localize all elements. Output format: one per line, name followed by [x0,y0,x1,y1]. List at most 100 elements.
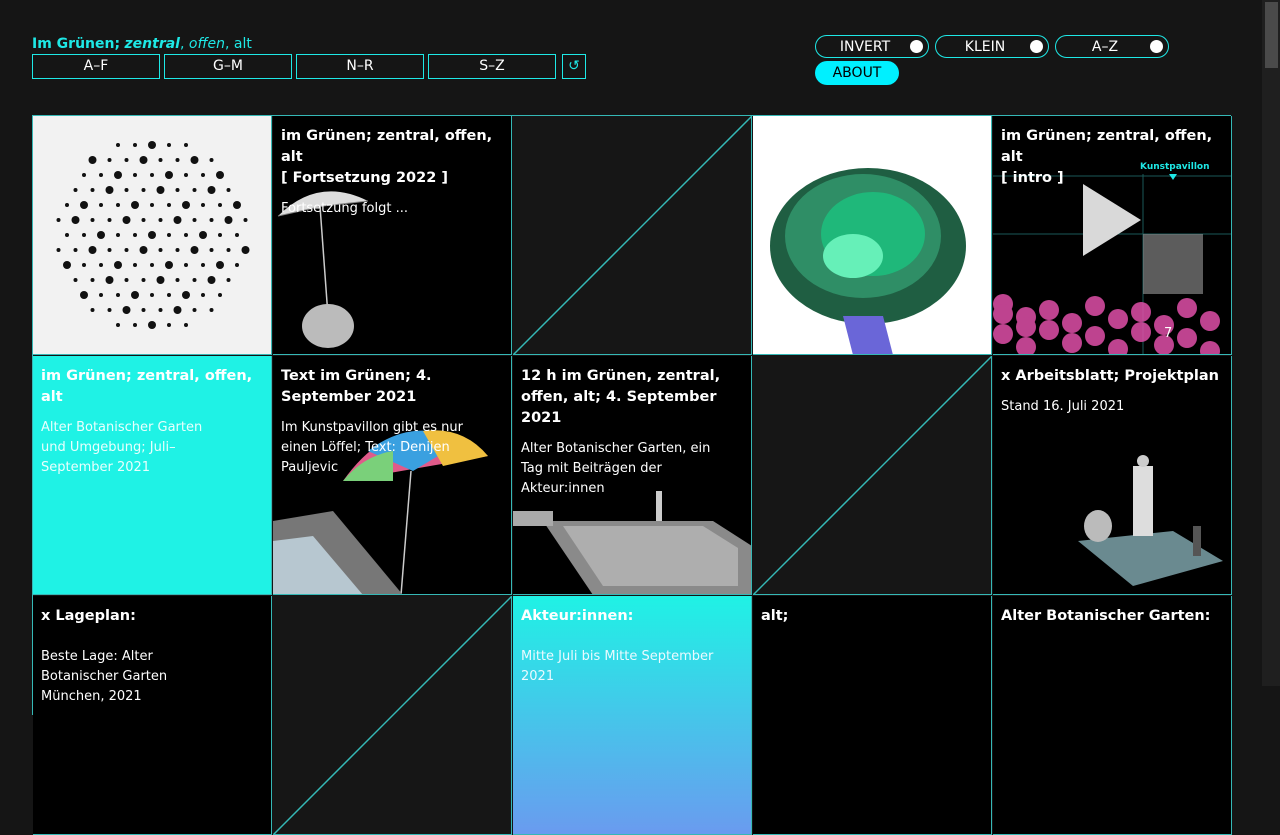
play-icon[interactable] [1081,182,1143,258]
tile-alter-botanischer-garten[interactable]: Alter Botanischer Garten: [993,596,1232,835]
pattern-dot [148,141,156,149]
pattern-dot [184,143,188,147]
pattern-dot [216,261,224,269]
pattern-dot [80,201,88,209]
collage-bubble [1039,320,1059,340]
invert-toggle[interactable]: INVERT [815,35,929,58]
filter-g-m-button[interactable]: G–M [164,54,292,79]
tile-text-im-gruenen[interactable]: Text im Grünen; 4. September 2021 Im Kun… [273,356,512,595]
collage-bubble [1062,333,1082,353]
tile-empty [753,356,992,595]
pattern-dot [167,233,171,237]
pattern-dot [90,188,95,192]
pattern-dot [190,246,199,254]
tile-akteurinnen[interactable]: Akteur:innen: Mitte Juli bis Mitte Septe… [513,596,752,835]
pattern-dot [105,276,114,284]
tile-empty [513,116,752,355]
filter-n-r-button[interactable]: N–R [296,54,424,79]
alphabet-filter: A–F G–M N–R S–Z ↺ [32,54,586,79]
pattern-dot [184,323,188,327]
toggle-knob-icon [1150,40,1163,53]
collage-bubble [1085,326,1105,346]
tile-intro-video[interactable]: im Grünen; zentral, offen, alt [ intro ]… [993,116,1232,355]
pattern-dot [150,293,154,297]
tile-lageplan[interactable]: x Lageplan: Beste Lage: Alter Botanische… [33,596,272,835]
tile-flower-image[interactable] [753,116,992,355]
pattern-dot [88,246,97,254]
pattern-dot [184,173,188,177]
tile-text: Alter Botanischer Garten und Umgebung; J… [41,420,203,475]
pattern-dot [158,218,163,222]
filter-a-f-button[interactable]: A–F [32,54,160,79]
scrollbar-thumb[interactable] [1265,2,1278,68]
about-button[interactable]: ABOUT [815,61,899,85]
worksheet-collage-image [1078,455,1223,586]
pattern-dot [141,188,146,192]
pattern-dot [114,261,122,269]
sort-az-toggle[interactable]: A–Z [1055,35,1169,58]
view-toggles: INVERT KLEIN A–Z [815,35,1169,58]
pattern-dot [218,233,222,237]
pattern-dot [122,306,131,314]
tile-arbeitsblatt[interactable]: x Arbeitsblatt; Projektplan Stand 16. Ju… [993,356,1232,595]
filter-s-z-button[interactable]: S–Z [428,54,556,79]
pattern-dot [99,173,103,177]
pattern-dot [99,293,103,297]
collage-bubble [1062,313,1082,333]
collage-bubble [1131,322,1151,342]
tile-fortsetzung[interactable]: im Grünen; zentral, offen, alt [ Fortset… [273,116,512,355]
diagonal-line-icon [273,596,511,834]
pattern-dot [182,201,190,209]
vertical-scrollbar[interactable] [1262,0,1280,686]
pattern-dot [226,188,231,192]
pattern-dot [167,323,171,327]
diagonal-line-icon [753,356,991,594]
tile-pattern-image[interactable] [33,116,272,355]
collage-bubble [1016,337,1036,354]
tile-main-project[interactable]: im Grünen; zentral, offen, alt Alter Bot… [33,356,272,595]
pattern-dot [63,261,71,269]
pattern-dot [173,216,182,224]
pattern-dot [116,203,120,207]
pattern-dot [141,278,146,282]
pattern-dot [82,263,86,267]
collage-bubble [1039,300,1059,320]
tile-title: Alter Botanischer Garten: [1001,608,1211,624]
tile-alt[interactable]: alt; [753,596,992,835]
pattern-dot [207,276,216,284]
collage-bubble [993,304,1013,324]
tile-title: Text im Grünen; 4. September 2021 [281,368,432,405]
pattern-dot [116,143,120,147]
pattern-dot [175,278,180,282]
pattern-dot [156,276,165,284]
pattern-dot [71,216,80,224]
pattern-dot [150,203,154,207]
pattern-dot [97,231,105,239]
pattern-dot [216,171,224,179]
pattern-dot [107,158,112,162]
pattern-dot [124,248,129,252]
pattern-dot [243,218,248,222]
pattern-dot [201,203,205,207]
klein-label: KLEIN [964,39,1006,55]
pattern-dot [158,308,163,312]
pattern-dot [56,248,61,252]
pattern-dot [184,233,188,237]
sort-az-label: A–Z [1091,39,1119,55]
reset-icon[interactable]: ↺ [562,54,586,79]
title-part-1: Im Grünen; [32,36,121,52]
tile-title: im Grünen; zentral, offen, alt [ intro ] [1001,128,1213,186]
pattern-dot [175,158,180,162]
page-title: Im Grünen; zentral, offen, alt [32,36,252,52]
tile-title: x Lageplan: [41,608,136,624]
collage-bubble [993,324,1013,344]
tile-text: Mitte Juli bis Mitte September 2021 [521,649,714,684]
collage-bubble [1085,296,1105,316]
pattern-dot [165,261,173,269]
pattern-dot [141,218,146,222]
tile-12h[interactable]: 12 h im Grünen, zentral, offen, alt; 4. … [513,356,752,595]
klein-toggle[interactable]: KLEIN [935,35,1049,58]
pattern-dot [226,278,231,282]
collage-bubble [1177,328,1197,348]
tile-title: Akteur:innen: [521,608,634,624]
